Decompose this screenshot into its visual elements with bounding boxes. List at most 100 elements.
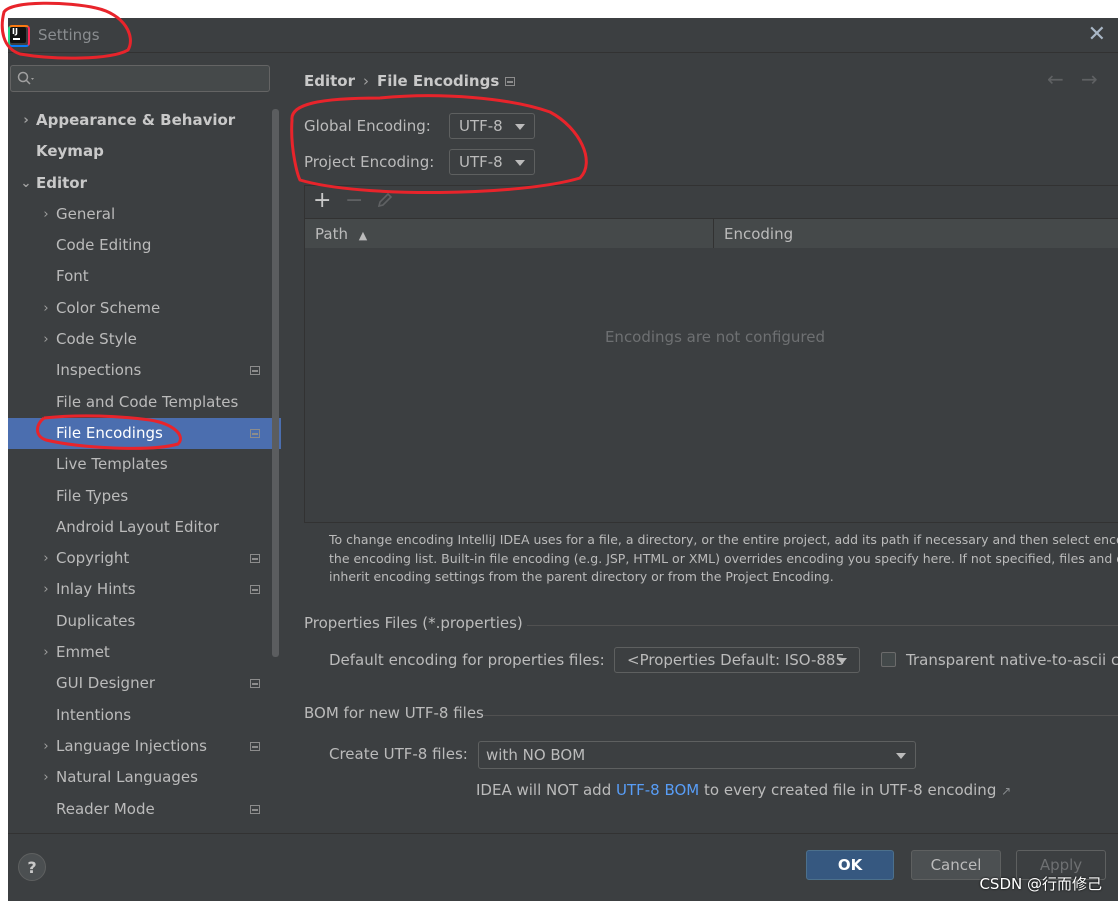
sidebar-item-label: Android Layout Editor — [56, 517, 219, 536]
chevron-right-icon[interactable]: › — [39, 543, 53, 574]
create-utf8-select[interactable]: with NO BOM — [478, 741, 916, 769]
sidebar-item-reader-mode[interactable]: Reader Mode — [8, 794, 281, 825]
empty-table-text: Encodings are not configured — [604, 328, 826, 346]
properties-encoding-select[interactable]: <Properties Default: ISO-885 — [614, 647, 860, 673]
sidebar-item-duplicates[interactable]: Duplicates — [8, 606, 281, 637]
column-divider[interactable] — [713, 219, 714, 249]
project-scope-icon — [250, 428, 260, 438]
transparent-native-to-ascii-checkbox[interactable] — [881, 652, 896, 667]
sidebar-item-label: Copyright — [56, 549, 130, 568]
sidebar-item-label: Inlay Hints — [56, 580, 136, 599]
section-divider — [483, 715, 1118, 716]
project-scope-icon — [250, 366, 260, 376]
sidebar-item-natural-languages[interactable]: › Natural Languages — [8, 762, 281, 793]
sidebar-item-inlay-hints[interactable]: › Inlay Hints — [8, 574, 281, 605]
intellij-logo-icon: IJ — [8, 25, 30, 47]
sidebar-item-label: Intentions — [56, 705, 132, 724]
sidebar-item-label: Emmet — [56, 643, 110, 662]
global-encoding-select[interactable]: UTF-8 — [449, 113, 535, 139]
sidebar-item-file-encodings[interactable]: File Encodings — [8, 417, 281, 450]
sidebar-item-label: GUI Designer — [56, 674, 155, 693]
sidebar-item-language-injections[interactable]: › Language Injections — [8, 731, 281, 762]
chevron-right-icon[interactable]: › — [39, 731, 53, 762]
table-body[interactable]: Encodings are not configured — [305, 248, 1118, 521]
chevron-down-icon[interactable]: ⌄ — [19, 168, 33, 199]
search-icon — [17, 71, 34, 85]
chevron-right-icon[interactable]: › — [19, 105, 33, 136]
sidebar-item-code-style[interactable]: › Code Style — [8, 324, 281, 355]
chevron-right-icon[interactable]: › — [39, 199, 53, 230]
create-utf8-label: Create UTF-8 files: — [329, 745, 468, 763]
remove-icon[interactable]: − — [345, 188, 363, 213]
sidebar-item-label: Duplicates — [56, 611, 136, 630]
path-column-header[interactable]: Path ▲ — [315, 219, 367, 249]
forward-arrow-icon[interactable]: → — [1081, 67, 1098, 91]
chevron-right-icon[interactable]: › — [39, 574, 53, 605]
sidebar-item-font[interactable]: Font — [8, 261, 281, 292]
sidebar-item-editor[interactable]: ⌄ Editor — [8, 168, 281, 199]
table-header: Path ▲ Encoding — [305, 218, 1118, 250]
project-scope-icon — [250, 585, 260, 595]
search-input[interactable] — [10, 65, 270, 92]
sidebar-scrollbar[interactable] — [272, 109, 279, 657]
sidebar-item-appearance-behavior[interactable]: › Appearance & Behavior — [8, 105, 281, 136]
settings-tree: › Appearance & Behavior Keymap ⌄ Editor › Gene… — [8, 105, 281, 825]
project-scope-icon — [250, 679, 260, 689]
sidebar-item-android-layout-editor[interactable]: Android Layout Editor — [8, 512, 281, 543]
sidebar-item-general[interactable]: › General — [8, 199, 281, 230]
chevron-right-icon[interactable]: › — [39, 637, 53, 668]
transparent-native-to-ascii-label[interactable]: Transparent native-to-ascii co — [906, 651, 1118, 669]
utf8-bom-link[interactable]: UTF-8 BOM — [616, 781, 699, 799]
global-encoding-label: Global Encoding: — [304, 117, 431, 135]
bom-note: IDEA will NOT add UTF-8 BOM to every cre… — [476, 781, 1011, 799]
sidebar-item-copyright[interactable]: › Copyright — [8, 543, 281, 574]
ok-button[interactable]: OK — [806, 850, 894, 880]
project-scope-icon — [505, 77, 515, 86]
external-link-icon: ↗ — [1001, 784, 1012, 798]
section-divider — [527, 625, 1118, 626]
sidebar-item-label: Natural Languages — [56, 768, 198, 787]
encoding-column-header[interactable]: Encoding — [724, 219, 793, 249]
help-line-3: inherit encoding settings from the paren… — [329, 569, 834, 584]
chevron-down-icon — [515, 124, 525, 130]
sidebar-item-emmet[interactable]: › Emmet — [8, 637, 281, 668]
sidebar-item-intentions[interactable]: Intentions — [8, 700, 281, 731]
breadcrumb-parent[interactable]: Editor — [304, 72, 355, 90]
chevron-right-icon[interactable]: › — [39, 324, 53, 355]
sidebar-item-label: File Types — [56, 486, 129, 505]
title-bar: IJ Settings ✕ — [8, 18, 1118, 53]
sidebar-item-label: File Encodings — [56, 423, 163, 442]
chevron-right-icon[interactable]: › — [39, 762, 53, 793]
chevron-down-icon — [896, 753, 906, 759]
add-icon[interactable]: + — [313, 188, 331, 213]
sidebar-item-label: Language Injections — [56, 736, 207, 755]
project-encoding-select[interactable]: UTF-8 — [449, 149, 535, 175]
back-arrow-icon[interactable]: ← — [1047, 67, 1064, 91]
sidebar-item-gui-designer[interactable]: GUI Designer — [8, 668, 281, 699]
breadcrumb-current: File Encodings — [377, 72, 500, 90]
sidebar-item-label: Font — [56, 267, 89, 286]
chevron-right-icon[interactable]: › — [39, 293, 53, 324]
table-toolbar: + − — [305, 186, 1118, 218]
properties-encoding-value: <Properties Default: ISO-885 — [627, 651, 845, 669]
sidebar-item-color-scheme[interactable]: › Color Scheme — [8, 293, 281, 324]
sidebar-item-file-types[interactable]: File Types — [8, 481, 281, 512]
help-button[interactable]: ? — [18, 853, 46, 881]
sidebar-item-label: Code Style — [56, 330, 137, 349]
sidebar-item-keymap[interactable]: Keymap — [8, 136, 281, 167]
help-line-2: the encoding list. Built-in file encodin… — [329, 550, 1118, 566]
bom-section-title: BOM for new UTF-8 files — [304, 704, 484, 722]
close-icon[interactable]: ✕ — [1088, 22, 1106, 47]
sidebar-item-inspections[interactable]: Inspections — [8, 355, 281, 386]
project-scope-icon — [250, 804, 260, 814]
csdn-watermark: CSDN @行而修己 — [979, 875, 1102, 893]
sidebar-item-live-templates[interactable]: Live Templates — [8, 449, 281, 480]
path-column-label: Path — [315, 225, 348, 243]
edit-pencil-icon[interactable] — [377, 192, 393, 208]
settings-window: IJ Settings ✕ › Appearance & Behavior Keym… — [8, 18, 1118, 901]
properties-section-title: Properties Files (*.properties) — [304, 614, 523, 632]
create-utf8-value: with NO BOM — [486, 746, 586, 764]
sidebar-item-label: File and Code Templates — [56, 392, 239, 411]
sidebar-item-code-editing[interactable]: Code Editing — [8, 230, 281, 261]
sidebar-item-file-and-code-templates[interactable]: File and Code Templates — [8, 387, 281, 418]
